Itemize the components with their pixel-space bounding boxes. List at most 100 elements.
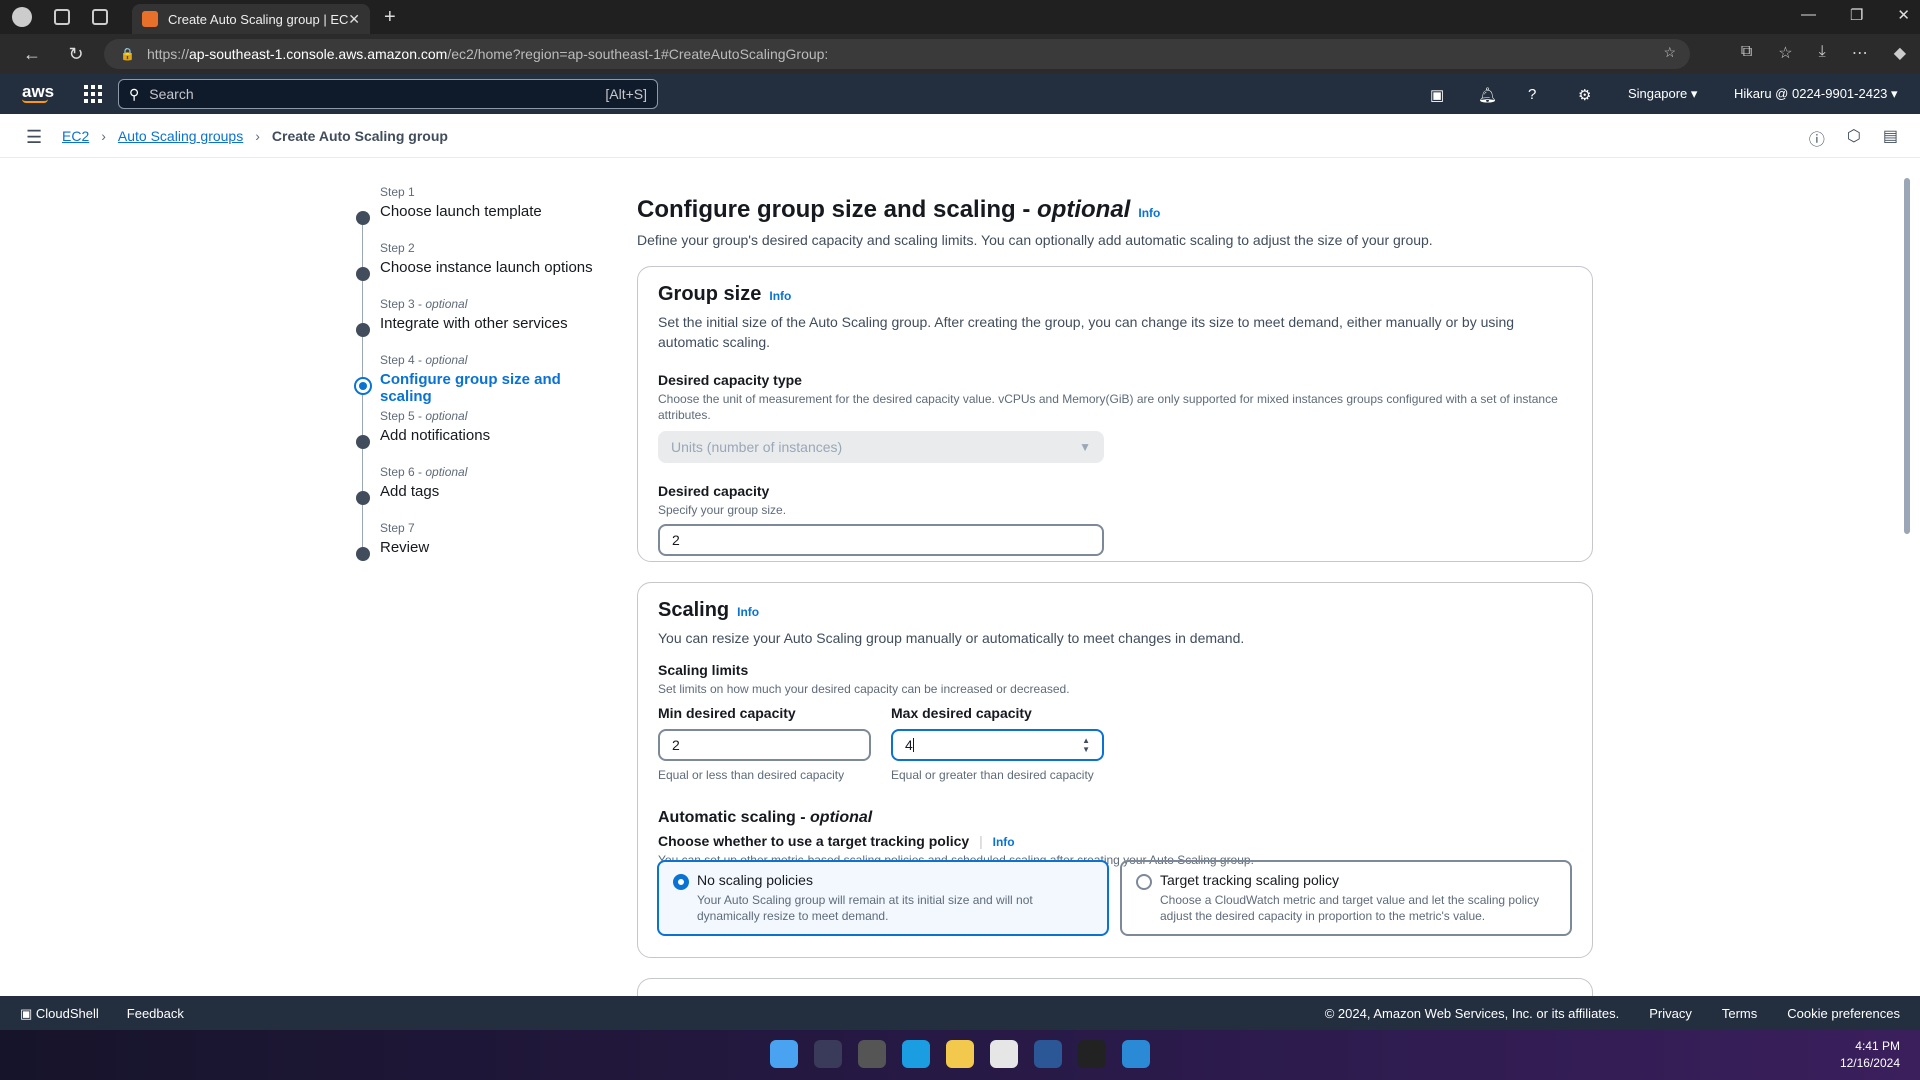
- search-icon: ⚲: [129, 85, 140, 102]
- url-prefix: https://: [146, 46, 189, 62]
- region-selector[interactable]: Singapore ▾: [1628, 86, 1697, 102]
- extensions-icon[interactable]: ⧉: [1741, 43, 1752, 63]
- tab-title: Create Auto Scaling group | EC2 |: [168, 11, 349, 27]
- new-tab-icon[interactable]: +: [384, 6, 396, 29]
- search-input[interactable]: ⚲ Search [Alt+S]: [118, 79, 658, 109]
- step-optional: optional: [425, 409, 468, 423]
- search-placeholder: Search: [149, 86, 194, 102]
- lock-icon: 🔒: [120, 47, 135, 61]
- cloudshell-label: CloudShell: [35, 1006, 99, 1021]
- menu-icon[interactable]: ☰: [26, 127, 42, 148]
- step-title: Add notifications: [380, 427, 491, 444]
- vscode-icon[interactable]: [1122, 1040, 1150, 1068]
- close-window-icon[interactable]: ✕: [1897, 6, 1910, 24]
- no-scaling-policies-option[interactable]: No scaling policies Your Auto Scaling gr…: [657, 860, 1109, 936]
- desired-capacity-help: Specify your group size.: [658, 503, 787, 517]
- capacity-type-value: Units (number of instances): [671, 439, 843, 455]
- breadcrumb-bar: ☰ EC2 › Auto Scaling groups › Create Aut…: [0, 114, 1920, 158]
- cookie-preferences-link[interactable]: Cookie preferences: [1787, 1006, 1900, 1021]
- min-capacity-help: Equal or less than desired capacity: [658, 768, 845, 782]
- step-7[interactable]: Step 7 Review: [350, 521, 610, 577]
- step-3[interactable]: Step 3 - optional Integrate with other s…: [350, 297, 610, 353]
- terms-link[interactable]: Terms: [1722, 1006, 1757, 1021]
- max-capacity-help: Equal or greater than desired capacity: [891, 768, 1094, 782]
- window-controls: — ❐ ✕: [1801, 6, 1910, 24]
- gear-icon[interactable]: ⚙: [1578, 86, 1591, 104]
- more-icon[interactable]: ⋯: [1852, 43, 1868, 63]
- feedback-panel-icon[interactable]: ▤: [1883, 126, 1898, 150]
- edge-icon[interactable]: [902, 1040, 930, 1068]
- settings-panel-icon[interactable]: ⬡: [1847, 126, 1861, 150]
- max-capacity-label: Max desired capacity: [891, 705, 1032, 721]
- breadcrumb-ec2[interactable]: EC2: [62, 128, 89, 144]
- capacity-type-label: Desired capacity type: [658, 372, 802, 388]
- step-dot-icon: [356, 267, 370, 281]
- info-panel-icon[interactable]: ⓘ: [1809, 126, 1825, 150]
- group-size-title: Group size: [658, 283, 762, 305]
- store-icon[interactable]: [990, 1040, 1018, 1068]
- tab-close-icon[interactable]: ✕: [348, 11, 360, 28]
- search-icon[interactable]: [814, 1040, 842, 1068]
- feedback-link[interactable]: Feedback: [127, 1006, 184, 1022]
- max-capacity-input[interactable]: 4 ▲ ▼: [891, 729, 1104, 761]
- terminal-icon[interactable]: [1078, 1040, 1106, 1068]
- step-1[interactable]: Step 1 Choose launch template: [350, 185, 610, 241]
- scaling-limits-row: Min desired capacity 2 Equal or less tha…: [658, 705, 1572, 783]
- step-5[interactable]: Step 5 - optional Add notifications: [350, 409, 610, 465]
- favorites-icon[interactable]: ☆: [1778, 43, 1792, 63]
- target-tracking-policy-option[interactable]: Target tracking scaling policy Choose a …: [1120, 860, 1572, 936]
- info-link[interactable]: Info: [1138, 206, 1160, 220]
- start-icon[interactable]: [770, 1040, 798, 1068]
- cloudshell-icon[interactable]: ▣: [1430, 86, 1444, 104]
- reload-icon[interactable]: ↻: [64, 44, 88, 65]
- aws-logo[interactable]: aws: [22, 82, 54, 103]
- page-title: Configure group size and scaling - optio…: [637, 196, 1592, 224]
- page-scrollbar[interactable]: [1900, 160, 1914, 996]
- file-explorer-icon[interactable]: [946, 1040, 974, 1068]
- minimize-icon[interactable]: —: [1801, 6, 1816, 24]
- step-label: Step 6 -: [380, 465, 426, 479]
- task-view-icon[interactable]: [858, 1040, 886, 1068]
- tab-actions-icon[interactable]: [92, 9, 108, 25]
- services-grid-icon[interactable]: [84, 85, 102, 103]
- url-field[interactable]: 🔒 https://ap-southeast-1.console.aws.ama…: [104, 39, 1690, 69]
- help-icon[interactable]: ?: [1528, 86, 1536, 103]
- divider: |: [979, 833, 983, 849]
- copilot-icon[interactable]: ◆: [1894, 43, 1906, 63]
- word-icon[interactable]: [1034, 1040, 1062, 1068]
- scrollbar-thumb[interactable]: [1904, 178, 1910, 534]
- min-capacity-value: 2: [672, 737, 680, 753]
- option-description: Your Auto Scaling group will remain at i…: [697, 893, 1033, 923]
- desired-capacity-input[interactable]: 2: [658, 524, 1104, 556]
- step-6[interactable]: Step 6 - optional Add tags: [350, 465, 610, 521]
- breadcrumb-auto-scaling-groups[interactable]: Auto Scaling groups: [118, 128, 243, 144]
- breadcrumb-current: Create Auto Scaling group: [271, 128, 448, 144]
- aws-logo-text: aws: [22, 82, 55, 101]
- scaling-limits-label: Scaling limits: [658, 662, 749, 678]
- profile-icon[interactable]: [12, 7, 32, 27]
- info-link[interactable]: Info: [737, 605, 759, 619]
- account-menu[interactable]: Hikaru @ 0224-9901-2423 ▾: [1734, 86, 1898, 102]
- wizard-steps: Step 1 Choose launch template Step 2 Cho…: [350, 185, 610, 577]
- automatic-scaling-optional: optional: [810, 809, 873, 826]
- bell-icon[interactable]: 🔔︎: [1478, 86, 1497, 104]
- step-2[interactable]: Step 2 Choose instance launch options: [350, 241, 610, 297]
- aws-top-navigation: aws ⚲ Search [Alt+S] ▣ 🔔︎ ? ⚙ Singapore …: [0, 74, 1920, 114]
- caret-down-icon: ▼: [1079, 440, 1091, 454]
- cloudshell-button[interactable]: ▣ CloudShell: [20, 1006, 99, 1022]
- favorite-star-icon[interactable]: ☆: [1663, 44, 1676, 61]
- browser-tab-active[interactable]: Create Auto Scaling group | EC2 | ✕: [132, 4, 370, 34]
- step-title: Add tags: [380, 483, 440, 500]
- info-link[interactable]: Info: [769, 289, 791, 303]
- stepper-icon[interactable]: ▲ ▼: [1082, 736, 1090, 754]
- back-icon[interactable]: ←: [20, 44, 44, 65]
- downloads-icon[interactable]: ⤓: [1819, 43, 1826, 63]
- step-title: Integrate with other services: [380, 315, 568, 332]
- step-dot-icon: [356, 435, 370, 449]
- info-link[interactable]: Info: [993, 835, 1015, 849]
- system-clock[interactable]: 4:41 PM 12/16/2024: [1840, 1038, 1900, 1072]
- privacy-link[interactable]: Privacy: [1649, 1006, 1692, 1021]
- min-capacity-input[interactable]: 2: [658, 729, 871, 761]
- restore-icon[interactable]: ❐: [1850, 6, 1863, 24]
- workspaces-icon[interactable]: [54, 9, 70, 25]
